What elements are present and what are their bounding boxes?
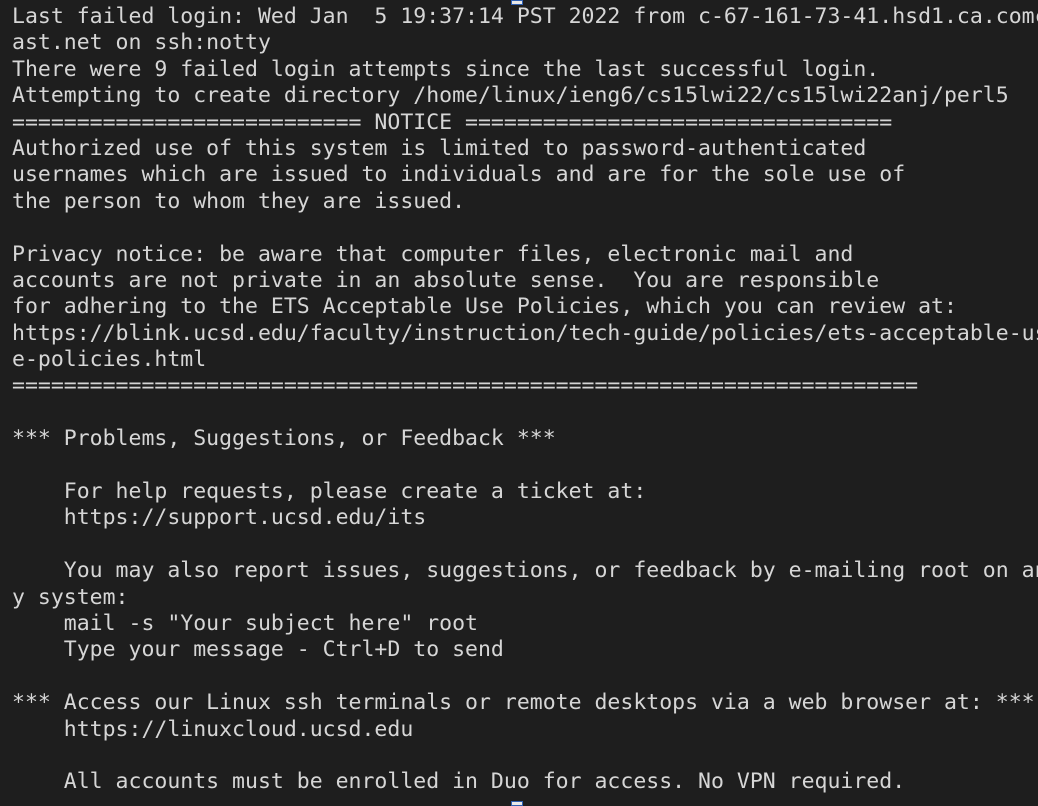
terminal-line: for adhering to the ETS Acceptable Use P… (12, 294, 957, 320)
terminal-line: https://support.ucsd.edu/its (12, 505, 427, 531)
terminal-line: Privacy notice: be aware that computer f… (12, 241, 854, 267)
terminal-line: Authorized use of this system is limited… (12, 135, 867, 161)
terminal-line: https://blink.ucsd.edu/faculty/instructi… (12, 320, 1038, 346)
terminal-line: the person to whom they are issued. (12, 188, 466, 214)
terminal-line: accounts are not private in an absolute … (12, 267, 880, 293)
terminal-line: Type your message - Ctrl+D to send (12, 637, 504, 663)
terminal-output[interactable]: Last failed login: Wed Jan 5 19:37:14 PS… (12, 4, 1038, 796)
terminal-line: For help requests, please create a ticke… (12, 479, 647, 505)
terminal-line: You may also report issues, suggestions,… (12, 558, 1038, 584)
terminal-line: =========================== NOTICE =====… (12, 109, 893, 135)
terminal-line: All accounts must be enrolled in Duo for… (12, 769, 906, 795)
terminal-line: https://linuxcloud.ucsd.edu (12, 716, 414, 742)
terminal-line: Last failed login: Wed Jan 5 19:37:14 PS… (12, 4, 1038, 29)
terminal-line: *** Access our Linux ssh terminals or re… (12, 690, 1035, 716)
selection-marker-bottom (511, 801, 523, 806)
terminal-line: y system: (12, 584, 129, 610)
terminal-line: ========================================… (12, 373, 919, 399)
terminal-line: usernames which are issued to individual… (12, 162, 906, 188)
terminal-line: e-policies.html (12, 347, 207, 373)
terminal-line: *** Problems, Suggestions, or Feedback *… (12, 426, 556, 452)
terminal-line: Attempting to create directory /home/lin… (12, 83, 1009, 109)
terminal-line: ast.net on ssh:notty (12, 30, 271, 56)
terminal-window[interactable]: Last failed login: Wed Jan 5 19:37:14 PS… (0, 0, 1038, 806)
terminal-line: mail -s "Your subject here" root (12, 610, 478, 636)
terminal-line: There were 9 failed login attempts since… (12, 56, 880, 82)
